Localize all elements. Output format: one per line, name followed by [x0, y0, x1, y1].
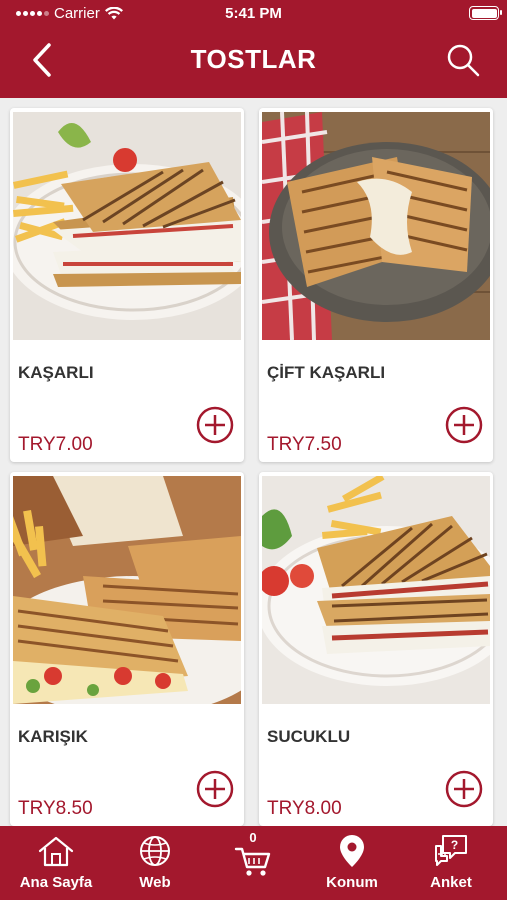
product-card[interactable]: SUCUKLU TRY8.00 [259, 472, 493, 826]
search-icon [447, 44, 480, 77]
tab-cart[interactable]: 0 [203, 830, 303, 878]
product-image [262, 476, 490, 704]
tab-location[interactable]: Konum [302, 834, 402, 891]
product-name: SUCUKLU [267, 727, 351, 746]
product-card[interactable]: KARIŞIK TRY8.50 [10, 472, 244, 826]
cart-count-badge: 0 [249, 830, 257, 845]
location-pin-icon [340, 835, 364, 867]
product-image [13, 112, 241, 340]
tab-web[interactable]: Web [105, 834, 205, 891]
app-header: Carrier 5:41 PM TOSTLAR [0, 0, 507, 98]
product-image [262, 112, 490, 340]
add-to-cart-icon[interactable] [196, 770, 234, 808]
product-image [13, 476, 241, 704]
product-name: KAŞARLI [18, 363, 94, 382]
product-price: TRY8.00 [267, 798, 342, 819]
product-card[interactable]: ÇİFT KAŞARLI TRY7.50 [259, 108, 493, 462]
product-price: TRY7.50 [267, 434, 342, 455]
status-time: 5:41 PM [225, 5, 282, 22]
add-to-cart-icon[interactable] [196, 406, 234, 444]
product-name: KARIŞIK [18, 727, 88, 746]
chat-question-icon: ? [435, 835, 467, 866]
tab-location-label: Konum [326, 874, 378, 891]
tab-web-label: Web [139, 874, 171, 891]
cart-icon [234, 847, 271, 876]
product-card[interactable]: KAŞARLI TRY7.00 [10, 108, 244, 462]
tab-survey[interactable]: ? Anket [401, 834, 501, 891]
bottom-tab-bar: Ana Sayfa Web 0 Konum ? Anket [0, 826, 507, 900]
product-grid: KAŞARLI TRY7.00 ÇİFT KAŞARLI TRY7.50 KAR… [0, 98, 507, 826]
tab-survey-label: Anket [430, 874, 472, 891]
home-icon [38, 836, 74, 867]
product-name: ÇİFT KAŞARLI [267, 363, 386, 382]
product-price: TRY7.00 [18, 434, 93, 455]
battery-icon [469, 6, 502, 20]
add-to-cart-icon[interactable] [445, 406, 483, 444]
status-bar: Carrier 5:41 PM [0, 0, 507, 28]
search-button[interactable] [443, 40, 483, 80]
globe-icon [140, 836, 170, 866]
svg-text:?: ? [451, 838, 458, 852]
tab-home[interactable]: Ana Sayfa [6, 834, 106, 891]
tab-home-label: Ana Sayfa [19, 874, 93, 891]
product-price: TRY8.50 [18, 798, 93, 819]
page-title: TOSTLAR [190, 44, 317, 74]
add-to-cart-icon[interactable] [445, 770, 483, 808]
